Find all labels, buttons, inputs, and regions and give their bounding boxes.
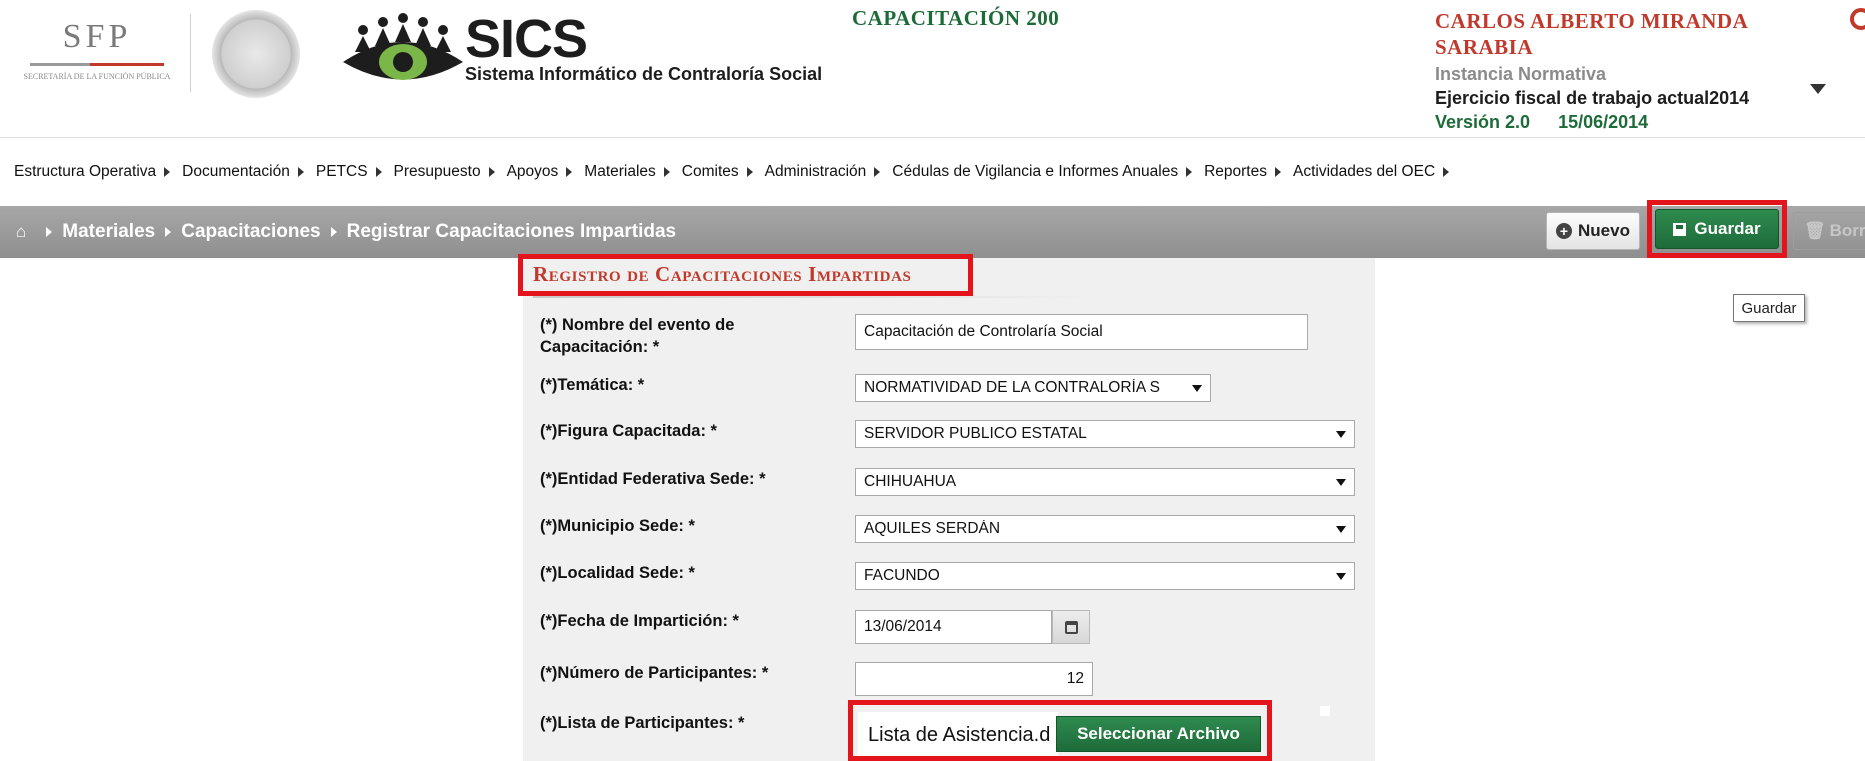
menu-arrow-icon xyxy=(1186,167,1193,177)
menu-arrow-icon xyxy=(663,167,670,177)
topic-select[interactable]: NORMATIVIDAD DE LA CONTRALORÍA S xyxy=(855,374,1211,402)
event-name-input[interactable]: Capacitación de Controlaría Social xyxy=(855,314,1308,350)
state-select[interactable]: CHIHUAHUA xyxy=(855,468,1355,496)
national-seal-logo xyxy=(212,10,300,98)
chevron-down-icon xyxy=(1336,526,1346,533)
version-info: Versión 2.0 15/06/2014 xyxy=(1435,110,1815,134)
menu-arrow-icon xyxy=(1443,167,1450,177)
version-date: 15/06/2014 xyxy=(1558,112,1649,132)
user-role: Instancia Normativa xyxy=(1435,64,1607,84)
version-label: Versión 2.0 xyxy=(1435,112,1531,132)
file-upload-highlight xyxy=(848,700,1272,761)
menu-arrow-icon xyxy=(746,167,753,177)
chevron-down-icon xyxy=(1192,385,1202,392)
plus-circle-icon: + xyxy=(1556,223,1573,239)
user-name: CARLOS ALBERTO MIRANDA SARABIA xyxy=(1435,9,1748,59)
chevron-down-icon xyxy=(1336,573,1346,580)
home-icon[interactable]: ⌂ xyxy=(16,222,26,242)
menu-item-actividades-oec[interactable]: Actividades del OEC xyxy=(1293,163,1450,181)
participants-label: (*)Número de Participantes: * xyxy=(540,664,769,682)
menu-item-petcs[interactable]: PETCS xyxy=(316,163,382,181)
participants-input[interactable]: 12 xyxy=(855,662,1093,696)
menu-arrow-icon xyxy=(874,167,881,177)
menu-item-documentacion[interactable]: Documentación xyxy=(182,163,304,181)
menu-item-apoyos[interactable]: Apoyos xyxy=(507,163,573,181)
date-label: (*)Fecha de Impartición: * xyxy=(540,612,739,630)
menu-item-materiales[interactable]: Materiales xyxy=(584,163,670,181)
calendar-button[interactable] xyxy=(1052,610,1090,644)
menu-item-cedulas[interactable]: Cédulas de Vigilancia e Informes Anuales xyxy=(892,163,1193,181)
sfp-subtitle: Secretaría de la Función Pública xyxy=(23,72,171,81)
menu-item-administracion[interactable]: Administración xyxy=(765,163,881,181)
delete-button[interactable]: 🗑Borrar xyxy=(1793,212,1865,250)
floppy-disk-icon xyxy=(1673,222,1687,236)
user-menu-caret-icon[interactable] xyxy=(1810,84,1826,94)
app-name: SICS xyxy=(465,9,588,69)
event-name-label: (*) Nombre del evento de Capacitación: * xyxy=(540,316,735,356)
trained-figure-label: (*)Figura Capacitada: * xyxy=(540,422,717,440)
form-title-divider xyxy=(533,296,1093,298)
breadcrumb-item-materiales[interactable]: Materiales xyxy=(62,221,155,243)
save-button[interactable]: Guardar xyxy=(1655,209,1779,249)
app-full-name: Sistema Informático de Contraloría Socia… xyxy=(465,64,823,84)
trash-icon: 🗑 xyxy=(1804,221,1826,240)
logout-power-icon[interactable] xyxy=(1850,8,1865,30)
save-tooltip: Guardar xyxy=(1733,294,1805,322)
header: SFP Secretaría de la Función Pública SIC… xyxy=(0,0,1865,140)
sfp-acronym: SFP xyxy=(62,18,132,55)
new-button[interactable]: + Nuevo xyxy=(1546,212,1640,250)
menu-arrow-icon xyxy=(488,167,495,177)
menu-item-presupuesto[interactable]: Presupuesto xyxy=(394,163,495,181)
locality-label: (*)Localidad Sede: * xyxy=(540,564,695,582)
sfp-logo-bar xyxy=(30,63,164,66)
date-input[interactable]: 13/06/2014 xyxy=(855,610,1052,644)
course-title: CAPACITACIÓN 200 xyxy=(852,6,1060,30)
breadcrumb-separator-icon xyxy=(46,227,53,237)
fiscal-year: Ejercicio fiscal de trabajo actual2014 xyxy=(1435,88,1750,108)
breadcrumb-item-capacitaciones[interactable]: Capacitaciones xyxy=(181,221,320,243)
menu-arrow-icon xyxy=(1274,167,1281,177)
menu-arrow-icon xyxy=(297,167,304,177)
breadcrumb-separator-icon xyxy=(330,227,337,237)
calendar-icon xyxy=(1064,620,1078,634)
state-label: (*)Entidad Federativa Sede: * xyxy=(540,470,766,488)
main-menu: Estructura Operativa Documentación PETCS… xyxy=(14,160,1461,184)
menu-item-reportes[interactable]: Reportes xyxy=(1204,163,1281,181)
topic-label: (*)Temática: * xyxy=(540,376,645,394)
locality-select[interactable]: FACUNDO xyxy=(855,562,1355,590)
chevron-down-icon xyxy=(1336,431,1346,438)
sfp-logo: SFP Secretaría de la Función Pública xyxy=(22,18,172,98)
breadcrumb-separator-icon xyxy=(165,227,172,237)
breadcrumb-item-current: Registrar Capacitaciones Impartidas xyxy=(346,221,677,242)
menu-arrow-icon xyxy=(375,167,382,177)
trained-figure-select[interactable]: SERVIDOR PUBLICO ESTATAL xyxy=(855,420,1355,448)
municipality-label: (*)Municipio Sede: * xyxy=(540,517,695,535)
logo-divider xyxy=(190,14,191,92)
form-title-highlight xyxy=(518,254,973,296)
breadcrumb: ⌂ Materiales Capacitaciones Registrar Ca… xyxy=(16,206,676,258)
menu-item-comites[interactable]: Comites xyxy=(682,163,753,181)
chevron-down-icon xyxy=(1336,479,1346,486)
header-divider xyxy=(0,137,1865,138)
menu-arrow-icon xyxy=(164,167,171,177)
menu-item-estructura-operativa[interactable]: Estructura Operativa xyxy=(14,163,171,181)
menu-arrow-icon xyxy=(566,167,573,177)
sics-eye-logo xyxy=(343,13,463,80)
user-info: CARLOS ALBERTO MIRANDA SARABIA Instancia… xyxy=(1435,8,1815,134)
municipality-select[interactable]: AQUILES SERDÁN xyxy=(855,515,1355,543)
decorative-square xyxy=(1320,706,1330,716)
participants-list-label: (*)Lista de Participantes: * xyxy=(540,714,745,732)
